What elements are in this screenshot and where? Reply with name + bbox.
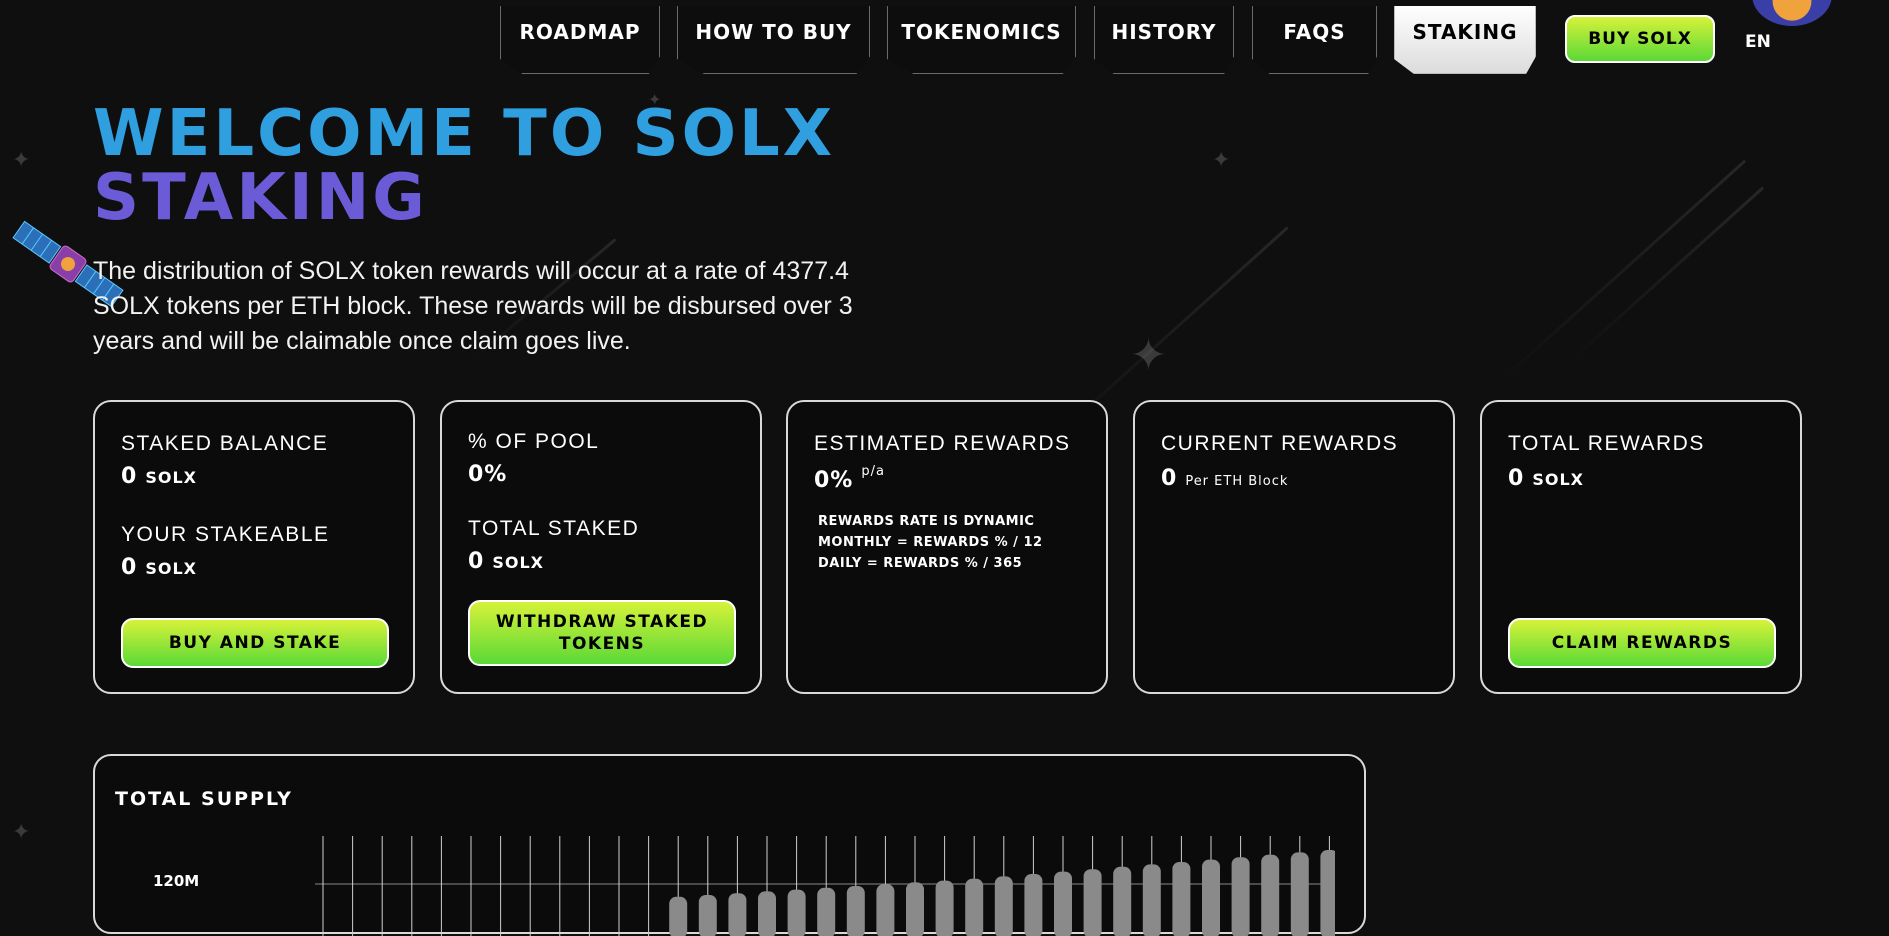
estimated-rewards-value: 0% p/a (814, 464, 1080, 493)
staked-balance-value: 0 SOLX (121, 464, 387, 489)
staked-balance-card: STAKED BALANCE 0 SOLX YOUR STAKEABLE 0 SOL… (93, 400, 415, 694)
pool-percentage: 0% (468, 462, 508, 487)
staking-description: The distribution of SOLX token rewards w… (93, 257, 853, 355)
note-line: MONTHLY = REWARDS % / 12 (818, 535, 1043, 550)
rewards-rate-note: REWARDS RATE IS DYNAMIC MONTHLY = REWARD… (818, 511, 1080, 574)
supply-bar (1024, 874, 1043, 936)
staked-balance-amount: 0 (121, 464, 138, 489)
claim-rewards-button[interactable]: CLAIM REWARDS (1508, 618, 1776, 668)
estimated-rewards-label: ESTIMATED REWARDS (814, 432, 1071, 455)
sparkle-icon: ✦ (1212, 148, 1231, 173)
tab-staking[interactable]: STAKING (1394, 6, 1536, 74)
total-staked-value: 0 SOLX (468, 549, 734, 574)
current-rewards-value: 0 Per ETH Block (1161, 466, 1427, 491)
tab-how-to-buy[interactable]: HOW TO BUY (677, 6, 870, 74)
note-line: REWARDS RATE IS DYNAMIC (818, 514, 1035, 529)
sparkle-icon: ✦ (12, 148, 31, 173)
total-staked-label: TOTAL STAKED (468, 517, 640, 540)
current-rewards-label: CURRENT REWARDS (1161, 432, 1399, 455)
staked-balance-label: STAKED BALANCE (121, 432, 329, 455)
current-rewards-unit: Per ETH Block (1185, 474, 1289, 489)
supply-bar (1290, 852, 1309, 936)
pool-value: 0% (468, 462, 734, 487)
tab-roadmap[interactable]: ROADMAP (500, 6, 660, 74)
total-rewards-label: TOTAL REWARDS (1508, 432, 1705, 455)
supply-bar (758, 891, 776, 936)
supply-bar (669, 896, 688, 936)
top-navigation: ROADMAP HOW TO BUY TOKENOMICS HISTORY FA… (0, 6, 1889, 86)
total-supply-chart (315, 836, 1335, 936)
staked-balance-unit: SOLX (145, 468, 197, 487)
total-rewards-card: TOTAL REWARDS 0 SOLX CLAIM REWARDS (1480, 400, 1802, 694)
stakeable-value: 0 SOLX (121, 555, 387, 580)
supply-bar (1054, 871, 1072, 936)
buy-and-stake-button[interactable]: BUY AND STAKE (121, 618, 389, 668)
estimated-rewards-percent: 0% (814, 468, 854, 493)
total-staked-unit: SOLX (492, 553, 544, 572)
supply-bar (906, 882, 924, 936)
supply-bar (876, 884, 895, 936)
tab-history[interactable]: HISTORY (1094, 6, 1234, 74)
title-line-1: WELCOME TO SOLX (93, 97, 836, 171)
tab-tokenomics[interactable]: TOKENOMICS (887, 6, 1076, 74)
current-rewards-card: CURRENT REWARDS 0 Per ETH Block (1133, 400, 1455, 694)
total-supply-panel: TOTAL SUPPLY 120M (93, 754, 1366, 936)
supply-bar (1202, 859, 1220, 936)
total-supply-title: TOTAL SUPPLY (115, 788, 293, 810)
current-rewards-amount: 0 (1161, 466, 1178, 491)
pool-label: % OF POOL (468, 430, 600, 453)
supply-bar (965, 878, 984, 936)
supply-bar (846, 886, 865, 936)
language-selector[interactable]: EN (1745, 32, 1771, 52)
supply-bar (935, 880, 954, 936)
supply-bar (1261, 854, 1280, 936)
page-title: WELCOME TO SOLX STAKING (93, 102, 835, 230)
per-annum-suffix: p/a (861, 464, 885, 479)
withdraw-staked-tokens-button[interactable]: WITHDRAW STAKED TOKENS (468, 600, 736, 666)
total-rewards-value: 0 SOLX (1508, 466, 1774, 491)
estimated-rewards-card: ESTIMATED REWARDS 0% p/a REWARDS RATE IS … (786, 400, 1108, 694)
supply-bar (1113, 866, 1132, 936)
supply-bar (817, 887, 836, 936)
supply-bar (994, 876, 1013, 936)
supply-bar (1142, 864, 1161, 936)
supply-bar (1320, 850, 1335, 936)
sparkle-icon: ✦ (1130, 330, 1167, 381)
total-staked-amount: 0 (468, 549, 485, 574)
y-axis-tick-label: 120M (153, 872, 200, 890)
total-rewards-unit: SOLX (1532, 470, 1584, 489)
supply-bar (698, 895, 717, 936)
pool-card: % OF POOL 0% TOTAL STAKED 0 SOLX WITHDRAW… (440, 400, 762, 694)
background-streak (1498, 159, 1747, 383)
background-streak (1568, 186, 1765, 363)
sparkle-icon: ✦ (12, 820, 31, 845)
stakeable-amount: 0 (121, 555, 138, 580)
stakeable-label: YOUR STAKEABLE (121, 523, 330, 546)
stakeable-unit: SOLX (145, 559, 197, 578)
tab-faqs[interactable]: FAQS (1252, 6, 1377, 74)
title-line-2: STAKING (93, 161, 428, 235)
supply-bar (787, 889, 806, 936)
supply-bar (1172, 862, 1191, 936)
total-rewards-amount: 0 (1508, 466, 1525, 491)
note-line: DAILY = REWARDS % / 365 (818, 556, 1023, 571)
supply-bar (1231, 857, 1250, 936)
buy-solx-button[interactable]: BUY SOLX (1565, 15, 1715, 63)
supply-bar (1083, 869, 1102, 936)
supply-bar (728, 893, 747, 936)
